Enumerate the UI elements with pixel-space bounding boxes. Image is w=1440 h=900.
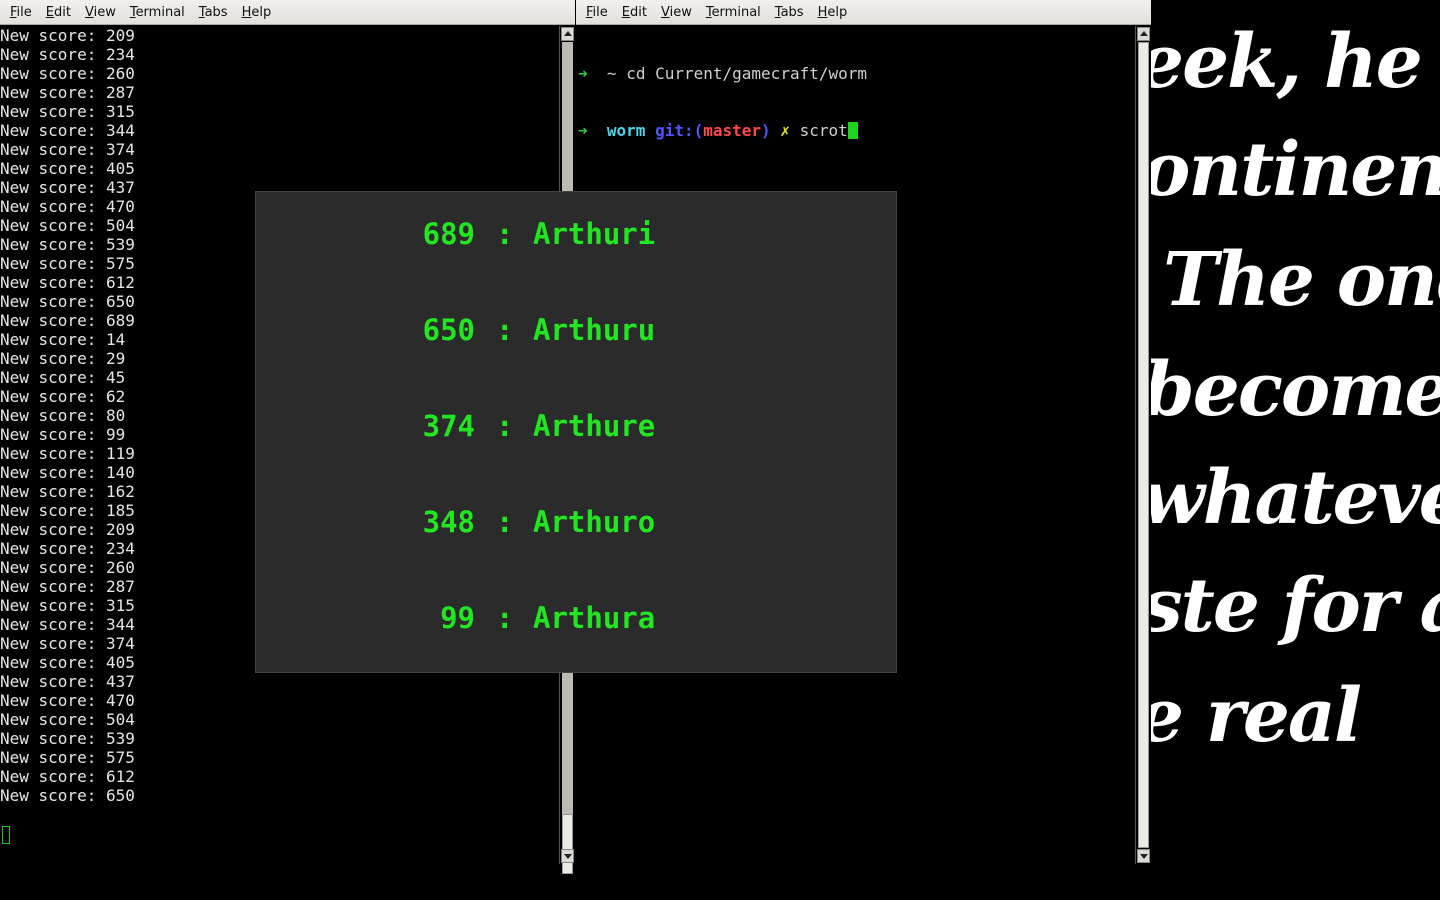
git-prefix: git:( bbox=[655, 121, 704, 140]
menu-view[interactable]: View bbox=[78, 5, 123, 20]
scroll-up-arrow-icon[interactable] bbox=[1137, 27, 1150, 41]
player-name: Arthuru bbox=[533, 313, 656, 347]
menu-help[interactable]: Help bbox=[811, 5, 855, 20]
prompt-arrow-icon: ➜ bbox=[578, 121, 588, 140]
command-text: cd Current/gamecraft/worm bbox=[626, 64, 868, 83]
prompt-path: ~ bbox=[606, 64, 617, 83]
wallpaper-text-line: eek, he bbox=[1151, 19, 1423, 105]
scrollbar[interactable] bbox=[1135, 26, 1151, 864]
player-name: Arthuro bbox=[533, 505, 656, 539]
highscore-panel: 689 : Arthuri 650 : Arthuru 374 : Arthur… bbox=[255, 191, 897, 673]
scroll-thumb[interactable] bbox=[562, 814, 573, 874]
score-value: 689 bbox=[422, 217, 475, 251]
score-row: 650 : Arthuru bbox=[256, 310, 896, 350]
menu-terminal[interactable]: Terminal bbox=[699, 5, 768, 20]
score-row: 374 : Arthure bbox=[256, 406, 896, 446]
score-value: 348 bbox=[422, 505, 475, 539]
menu-tabs[interactable]: Tabs bbox=[768, 5, 811, 20]
score-separator: : bbox=[496, 313, 514, 347]
git-branch: master bbox=[703, 121, 762, 140]
player-name: Arthure bbox=[533, 409, 656, 443]
terminal-output-line: New score: 504 bbox=[0, 710, 135, 729]
wallpaper-text-line: The one bbox=[1163, 237, 1440, 323]
dirty-mark-icon: ✗ bbox=[780, 121, 790, 140]
menu-bar: File Edit View Terminal Tabs Help bbox=[576, 0, 1151, 25]
score-value: 99 bbox=[440, 601, 475, 635]
terminal-output-line: New score: 287 bbox=[0, 83, 135, 102]
wallpaper-text-line: ste for a bbox=[1151, 563, 1440, 649]
menu-terminal[interactable]: Terminal bbox=[123, 5, 192, 20]
desktop-wallpaper: eek, he ontinent The one becomes whateve… bbox=[1151, 0, 1440, 900]
terminal-cursor bbox=[847, 122, 858, 139]
menu-edit[interactable]: Edit bbox=[39, 5, 78, 20]
menu-edit[interactable]: Edit bbox=[615, 5, 654, 20]
prompt-repo: worm bbox=[606, 121, 646, 140]
player-name: Arthura bbox=[533, 601, 656, 635]
menu-file[interactable]: File bbox=[3, 5, 39, 20]
score-separator: : bbox=[496, 601, 514, 635]
terminal-output-line: New score: 612 bbox=[0, 767, 135, 786]
scroll-down-arrow-icon[interactable] bbox=[1137, 849, 1150, 863]
wallpaper-text-line: e real bbox=[1151, 673, 1362, 759]
player-name: Arthuri bbox=[533, 217, 656, 251]
menu-help[interactable]: Help bbox=[235, 5, 279, 20]
terminal-output-line: New score: 209 bbox=[0, 26, 135, 45]
wallpaper-text-line: whatever bbox=[1151, 455, 1440, 541]
terminal-output-line: New score: 260 bbox=[0, 64, 135, 83]
score-row: 348 : Arthuro bbox=[256, 502, 896, 542]
terminal-output-line: New score: 575 bbox=[0, 748, 135, 767]
score-separator: : bbox=[496, 217, 514, 251]
menu-tabs[interactable]: Tabs bbox=[192, 5, 235, 20]
score-row: 689 : Arthuri bbox=[256, 214, 896, 254]
terminal-output-line: New score: 650 bbox=[0, 786, 135, 805]
wallpaper-text-line: ontinent bbox=[1151, 127, 1440, 213]
prompt-arrow-icon: ➜ bbox=[578, 64, 588, 83]
prompt-line: ➜ worm git:(master) ✗ scrot bbox=[578, 121, 1135, 140]
terminal-output-line: New score: 315 bbox=[0, 102, 135, 121]
terminal-output-line: New score: 234 bbox=[0, 45, 135, 64]
prompt-line: ➜ ~ cd Current/gamecraft/worm bbox=[578, 64, 1135, 83]
score-separator: : bbox=[496, 409, 514, 443]
menu-file[interactable]: File bbox=[579, 5, 615, 20]
terminal-output-line: New score: 437 bbox=[0, 672, 135, 691]
terminal-output-line: New score: 470 bbox=[0, 691, 135, 710]
score-value: 374 bbox=[422, 409, 475, 443]
git-suffix: ) bbox=[761, 121, 771, 140]
terminal-cursor bbox=[2, 826, 10, 844]
scroll-thumb[interactable] bbox=[1138, 42, 1149, 848]
command-input[interactable]: scrot bbox=[800, 121, 848, 140]
scroll-up-arrow-icon[interactable] bbox=[561, 27, 574, 41]
terminal-output-line: New score: 344 bbox=[0, 121, 135, 140]
wallpaper-text-line: becomes bbox=[1151, 347, 1440, 433]
terminal-output-line: New score: 374 bbox=[0, 140, 135, 159]
menu-view[interactable]: View bbox=[654, 5, 699, 20]
menu-bar: File Edit View Terminal Tabs Help bbox=[0, 0, 575, 25]
score-row: 99 : Arthura bbox=[256, 598, 896, 638]
scroll-down-arrow-icon[interactable] bbox=[561, 849, 574, 863]
terminal-output-line: New score: 539 bbox=[0, 729, 135, 748]
score-separator: : bbox=[496, 505, 514, 539]
terminal-output-line: New score: 405 bbox=[0, 159, 135, 178]
score-value: 650 bbox=[422, 313, 475, 347]
